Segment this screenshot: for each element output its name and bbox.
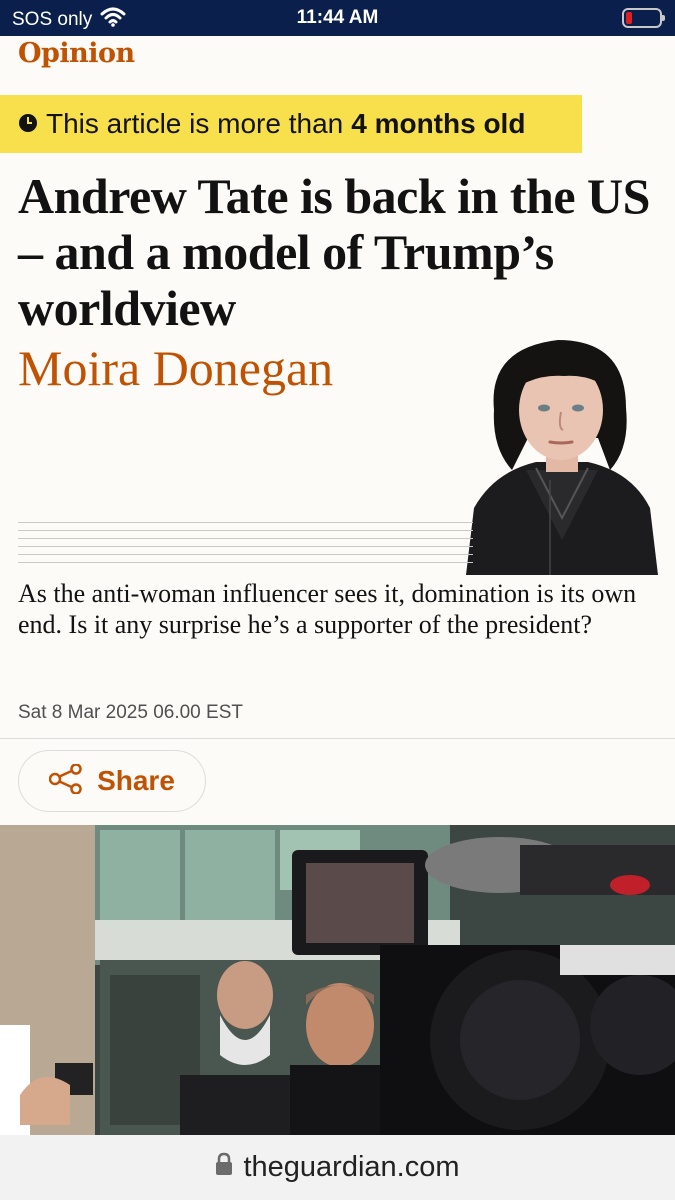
address-bar[interactable]: theguardian.com [0,1135,675,1200]
clock-icon [18,108,38,140]
lock-icon [215,1151,233,1184]
standfirst: As the anti-woman influencer sees it, do… [18,579,637,639]
battery-level [626,12,632,24]
url-text: theguardian.com [243,1151,460,1183]
decorative-rule-lines [18,522,473,572]
status-time: 11:44 AM [296,7,379,28]
divider [0,738,675,739]
battery-icon [622,8,665,28]
author-byline[interactable]: Moira Donegan [18,340,333,396]
author-photo [466,330,658,575]
section-label[interactable]: Opinion [18,38,135,69]
publish-date: Sat 8 Mar 2025 06.00 EST [18,702,243,723]
share-button[interactable]: Share [18,750,206,812]
hero-image [0,825,675,1135]
article-age-banner: This article is more than 4 months old [0,95,582,153]
age-notice-prefix: This article is more than [46,108,344,139]
status-bar: SOS only 11:44 AM [0,0,675,36]
share-label: Share [97,765,175,796]
share-icon [48,762,83,799]
headline: Andrew Tate is back in the US – and a mo… [18,168,650,336]
age-notice-bold: 4 months old [351,108,526,139]
